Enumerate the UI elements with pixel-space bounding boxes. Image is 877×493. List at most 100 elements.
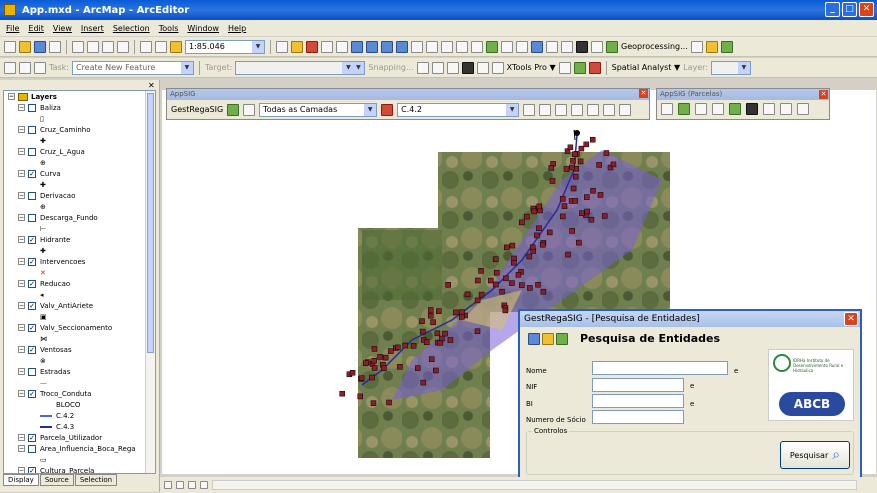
pan-hand-icon[interactable]	[555, 103, 568, 116]
whats-this-icon[interactable]	[336, 40, 348, 53]
toc-scrollbar[interactable]	[145, 91, 155, 473]
nome-field[interactable]	[592, 361, 728, 375]
command-line-icon[interactable]	[321, 40, 333, 53]
pause-icon[interactable]	[200, 481, 208, 489]
toc-layer[interactable]: − Baliza	[4, 102, 155, 113]
collapse-icon[interactable]: −	[8, 93, 15, 100]
layer-checkbox[interactable]: ✓	[28, 466, 36, 473]
parcel-select-icon[interactable]	[661, 103, 673, 115]
open-icon[interactable]	[19, 40, 31, 53]
collapse-icon[interactable]: −	[18, 236, 25, 243]
toc-layer[interactable]: − Cruz_Caminho	[4, 124, 155, 135]
full-extent-icon[interactable]	[486, 40, 498, 53]
pan-icon[interactable]	[471, 40, 483, 53]
select-elements-icon[interactable]	[531, 40, 543, 53]
code-combo[interactable]: C.4.2	[397, 102, 520, 117]
collapse-icon[interactable]: −	[18, 214, 25, 221]
collapse-icon[interactable]: −	[18, 346, 25, 353]
fixed-zoom-in-icon[interactable]	[441, 40, 453, 53]
parcel-info-icon[interactable]	[746, 103, 758, 115]
split-icon[interactable]	[431, 61, 444, 74]
collapse-icon[interactable]: −	[18, 258, 25, 265]
menu-file[interactable]: File	[6, 24, 19, 33]
toc-layer[interactable]: − ✓ Troco_Conduta	[4, 388, 155, 399]
select-pointer-icon[interactable]	[561, 40, 573, 53]
layer-checkbox[interactable]	[28, 191, 36, 200]
layer-checkbox[interactable]: ✓	[28, 345, 36, 354]
layer-checkbox[interactable]	[28, 213, 36, 222]
line-tool-icon[interactable]	[416, 61, 429, 74]
parcel-doc-icon[interactable]	[763, 103, 775, 115]
globe-icon[interactable]	[720, 40, 733, 53]
search-button[interactable]: Pesquisar ⌕	[780, 441, 850, 469]
toc-scroll-thumb[interactable]	[147, 93, 154, 353]
appsig-close-icon[interactable]: ✕	[639, 89, 648, 98]
menu-window[interactable]: Window	[187, 24, 219, 33]
copy-icon[interactable]	[87, 40, 99, 53]
snap-icon[interactable]	[351, 40, 363, 53]
save-icon[interactable]	[34, 40, 46, 53]
collapse-icon[interactable]: −	[18, 434, 25, 441]
xtools-menu[interactable]: XTools Pro ▼	[507, 63, 556, 72]
redo-icon[interactable]	[155, 40, 167, 53]
parcel-leaf-icon[interactable]	[729, 103, 741, 115]
model-builder-icon[interactable]	[690, 40, 703, 53]
layer-checkbox[interactable]	[28, 367, 36, 376]
toc-layer[interactable]: − Descarga_Fundo	[4, 212, 155, 223]
tab-selection[interactable]: Selection	[74, 474, 118, 486]
back-arrow-icon[interactable]	[528, 333, 540, 345]
sketch-icon[interactable]	[19, 61, 31, 74]
toc-layer[interactable]: − ✓ Curva	[4, 168, 155, 179]
cut-icon[interactable]	[72, 40, 84, 53]
rotate-icon[interactable]	[446, 61, 459, 74]
socio-field[interactable]	[592, 410, 684, 424]
toc-close-icon[interactable]: ✕	[148, 82, 156, 90]
bi-field[interactable]	[592, 394, 684, 408]
undo-icon[interactable]	[140, 40, 152, 53]
layer-checkbox[interactable]: ✓	[28, 433, 36, 442]
toc-layer[interactable]: − Area_Influencia_Boca_Rega	[4, 443, 155, 454]
collapse-icon[interactable]: −	[18, 148, 25, 155]
toc-layer[interactable]: − Cruz_L_Agua	[4, 146, 155, 157]
tab-display[interactable]: Display	[3, 474, 39, 486]
menu-edit[interactable]: Edit	[28, 24, 44, 33]
collapse-icon[interactable]: −	[18, 445, 25, 452]
find-icon[interactable]	[591, 40, 603, 53]
minimize-button[interactable]: _	[825, 2, 840, 17]
xtools-stop-icon[interactable]	[588, 61, 601, 74]
toc-root[interactable]: − Layers	[4, 91, 155, 102]
collapse-icon[interactable]: −	[18, 467, 25, 473]
zoom-in-small-icon[interactable]	[571, 103, 584, 116]
dialog-close-button[interactable]: ✕	[844, 312, 858, 326]
layer-checkbox[interactable]: ✓	[28, 301, 36, 310]
print-icon[interactable]	[49, 40, 61, 53]
parcel-attach-icon[interactable]	[797, 103, 809, 115]
toc-layer[interactable]: − Derivacao	[4, 190, 155, 201]
menu-selection[interactable]: Selection	[113, 24, 150, 33]
layer-checkbox[interactable]: ✓	[28, 279, 36, 288]
menu-help[interactable]: Help	[228, 24, 246, 33]
collapse-icon[interactable]: −	[18, 170, 25, 177]
tab-source[interactable]: Source	[39, 474, 74, 486]
collapse-icon[interactable]: −	[18, 126, 25, 133]
snapping-menu[interactable]: Snapping...	[368, 63, 413, 72]
select-features-icon[interactable]	[366, 40, 378, 53]
arctoolbox-icon[interactable]	[291, 40, 303, 53]
layer-checkbox[interactable]: ✓	[28, 389, 36, 398]
layer-checkbox[interactable]: ✓	[28, 235, 36, 244]
refresh-view-icon[interactable]	[188, 481, 196, 489]
layer-checkbox[interactable]: ✓	[28, 257, 36, 266]
layout-view-icon[interactable]	[164, 481, 172, 489]
add-plus-icon[interactable]	[556, 333, 568, 345]
forward-icon[interactable]	[516, 40, 528, 53]
nif-field[interactable]	[592, 378, 684, 392]
collapse-icon[interactable]: −	[18, 104, 25, 111]
toc-layer[interactable]: − ✓ Ventosas	[4, 344, 155, 355]
zoom-extent-icon[interactable]	[603, 103, 616, 116]
identify-icon[interactable]	[576, 40, 588, 53]
editor-icon[interactable]	[276, 40, 288, 53]
geoprocessing-menu[interactable]: Geoprocessing...	[621, 42, 688, 51]
image-icon[interactable]	[491, 61, 504, 74]
collapse-icon[interactable]: −	[18, 390, 25, 397]
toc-layer[interactable]: − ✓ Valv_Seccionamento	[4, 322, 155, 333]
